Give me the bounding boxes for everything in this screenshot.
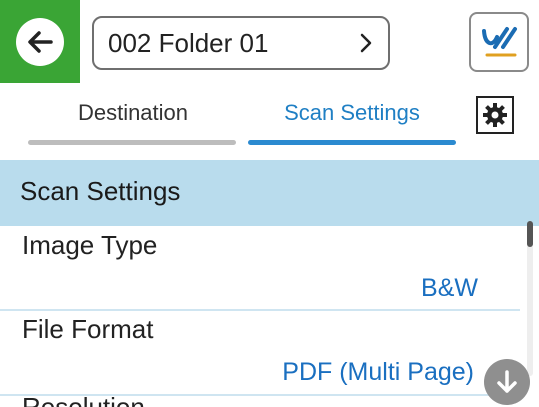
destination-folder-selector[interactable]: 002 Folder 01	[92, 16, 390, 70]
section-title: Scan Settings	[0, 160, 539, 226]
chevron-right-icon	[344, 32, 388, 54]
setting-label: File Format	[22, 314, 154, 344]
setting-label: Image Type	[22, 230, 158, 260]
scroll-down-button[interactable]	[484, 359, 530, 405]
setting-image-type[interactable]: Image Type B&W	[0, 226, 520, 309]
back-button[interactable]	[0, 0, 80, 83]
back-arrow-icon	[16, 17, 64, 66]
setting-resolution[interactable]: Resolution	[22, 392, 145, 407]
scrollbar-track[interactable]	[527, 226, 533, 376]
setting-file-format[interactable]: File Format PDF (Multi Page)	[0, 310, 520, 395]
gear-icon	[483, 103, 507, 127]
scan-settings-screen: 002 Folder 01 Destination Scan Settings	[0, 0, 539, 407]
tab-scan-settings-underline	[248, 140, 456, 145]
epson-scan-logo-icon[interactable]	[469, 12, 529, 72]
settings-button[interactable]	[476, 96, 514, 134]
folder-name: 002 Folder 01	[108, 27, 269, 58]
tab-destination-underline	[28, 140, 236, 145]
scrollbar-thumb[interactable]	[527, 221, 533, 247]
setting-value: PDF (Multi Page)	[282, 358, 474, 386]
setting-value: B&W	[421, 274, 478, 302]
arrow-down-icon	[497, 370, 517, 393]
